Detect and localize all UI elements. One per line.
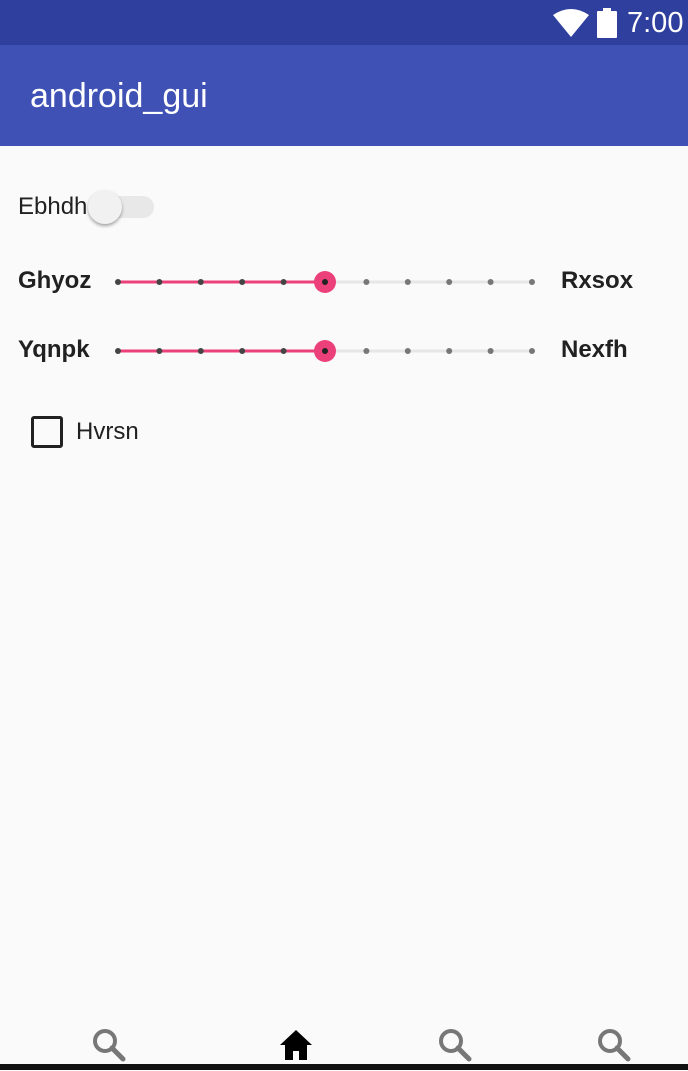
slider-tick [487,279,494,285]
slider-tick [239,348,246,354]
slider1-right-label: Rxsox [561,267,634,294]
slider-tick [197,279,204,285]
slider-tick [280,348,287,354]
slider1-graphic [115,271,535,293]
slider-tick [115,348,121,354]
slider-tick [363,279,370,285]
checkbox-label: Hvrsn [76,418,139,445]
slider-tick [156,348,163,354]
search-icon [598,1029,631,1062]
slider-tick [156,279,163,285]
nav-tab-search-3[interactable] [594,1026,634,1066]
yqnpk-nexfh-slider[interactable] [106,336,546,366]
slider-tick [446,279,453,285]
slider1-left-label: Ghyoz [18,267,92,294]
battery-icon [597,8,617,38]
ghyoz-rxsox-slider[interactable] [106,267,546,297]
status-time: 7:00 [627,7,684,39]
slider-tick [404,279,411,285]
switch-thumb[interactable] [88,190,122,224]
home-icon [280,1030,312,1060]
status-bar: 7:00 [0,0,688,45]
switch-label: Ebhdh [18,193,88,220]
slider-tick [115,279,121,285]
slider-tick [487,348,494,354]
slider-tick [446,348,453,354]
bottom-edge [0,1064,688,1070]
nav-tab-home[interactable] [276,1026,316,1066]
wifi-icon [553,9,589,37]
app-title: android_gui [30,77,208,115]
search-icon [93,1029,126,1062]
slider-tick [529,279,535,285]
slider-tick [363,348,370,354]
ebhdh-switch[interactable] [88,189,154,225]
slider-tick [197,348,204,354]
search-icon [439,1029,472,1062]
slider-tick [529,348,535,354]
slider2-graphic [115,340,535,362]
slider-thumb-dot [322,348,328,354]
bottom-navigation [0,1012,688,1070]
slider-tick [239,279,246,285]
slider-thumb-dot [322,279,328,285]
slider2-right-label: Nexfh [561,336,628,363]
slider-tick [404,348,411,354]
app-bar: android_gui [0,45,688,146]
nav-tab-search-2[interactable] [435,1026,475,1066]
nav-tab-search-1[interactable] [89,1026,129,1066]
slider2-left-label: Yqnpk [18,336,90,363]
hvrsn-checkbox[interactable] [31,416,63,448]
slider-tick [280,279,287,285]
